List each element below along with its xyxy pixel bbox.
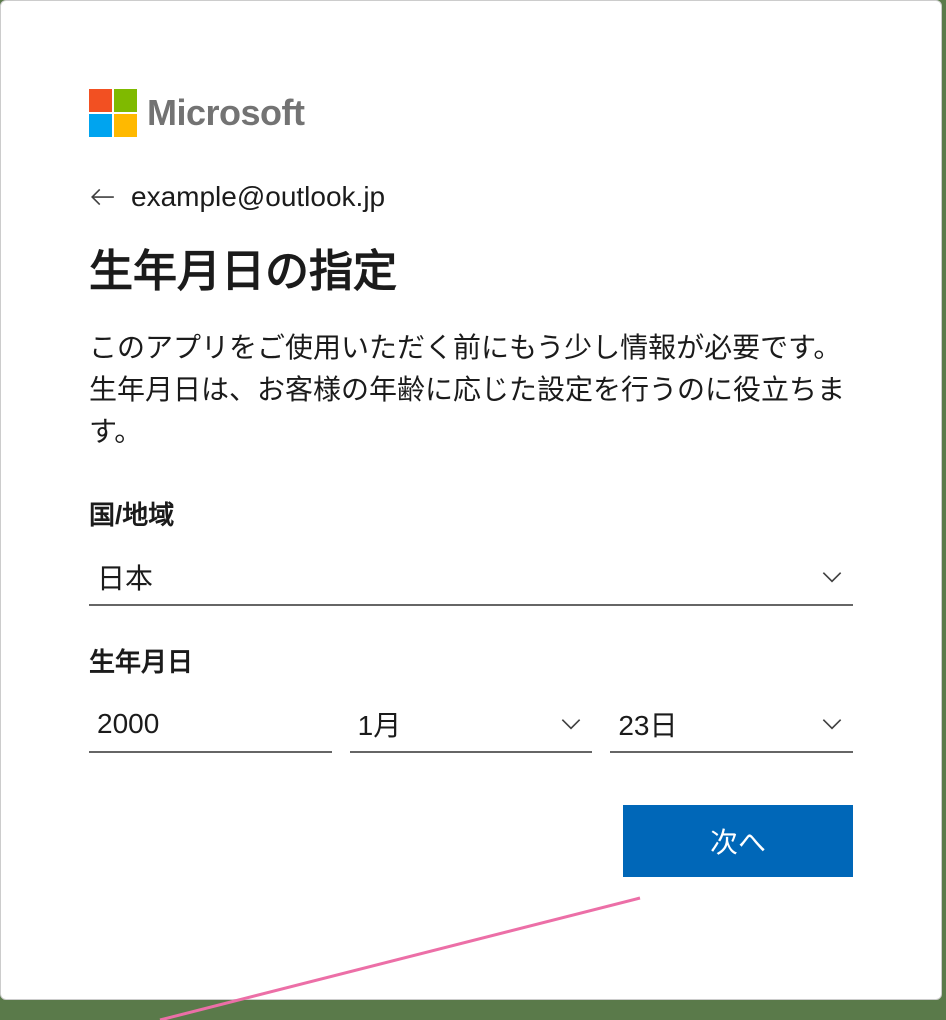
country-label: 国/地域 xyxy=(89,495,853,532)
year-input[interactable] xyxy=(97,708,324,740)
button-row: 次へ xyxy=(89,805,853,877)
day-select[interactable]: 23日 xyxy=(610,697,853,753)
chevron-down-icon xyxy=(558,711,584,737)
signup-card: Microsoft example@outlook.jp 生年月日の指定 このア… xyxy=(0,0,942,1000)
account-email: example@outlook.jp xyxy=(131,181,385,213)
brand-name: Microsoft xyxy=(147,92,305,134)
dob-field-group: 生年月日 1月 23日 xyxy=(89,642,853,753)
month-value: 1月 xyxy=(358,704,559,744)
month-select[interactable]: 1月 xyxy=(350,697,593,753)
year-input-wrap[interactable] xyxy=(89,697,332,753)
dob-label: 生年月日 xyxy=(89,642,853,679)
page-title: 生年月日の指定 xyxy=(89,235,853,299)
next-button[interactable]: 次へ xyxy=(623,805,853,877)
chevron-down-icon xyxy=(819,564,845,590)
day-value: 23日 xyxy=(618,704,819,744)
identity-row: example@outlook.jp xyxy=(89,181,853,213)
page-description: このアプリをご使用いただく前にもう少し情報が必要です。生年月日は、お客様の年齢に… xyxy=(89,327,853,453)
chevron-down-icon xyxy=(819,711,845,737)
country-select[interactable]: 日本 xyxy=(89,550,853,606)
back-arrow-icon[interactable] xyxy=(89,183,117,211)
country-field-group: 国/地域 日本 xyxy=(89,495,853,606)
brand-row: Microsoft xyxy=(89,89,853,137)
microsoft-logo-icon xyxy=(89,89,137,137)
country-value: 日本 xyxy=(97,557,819,597)
